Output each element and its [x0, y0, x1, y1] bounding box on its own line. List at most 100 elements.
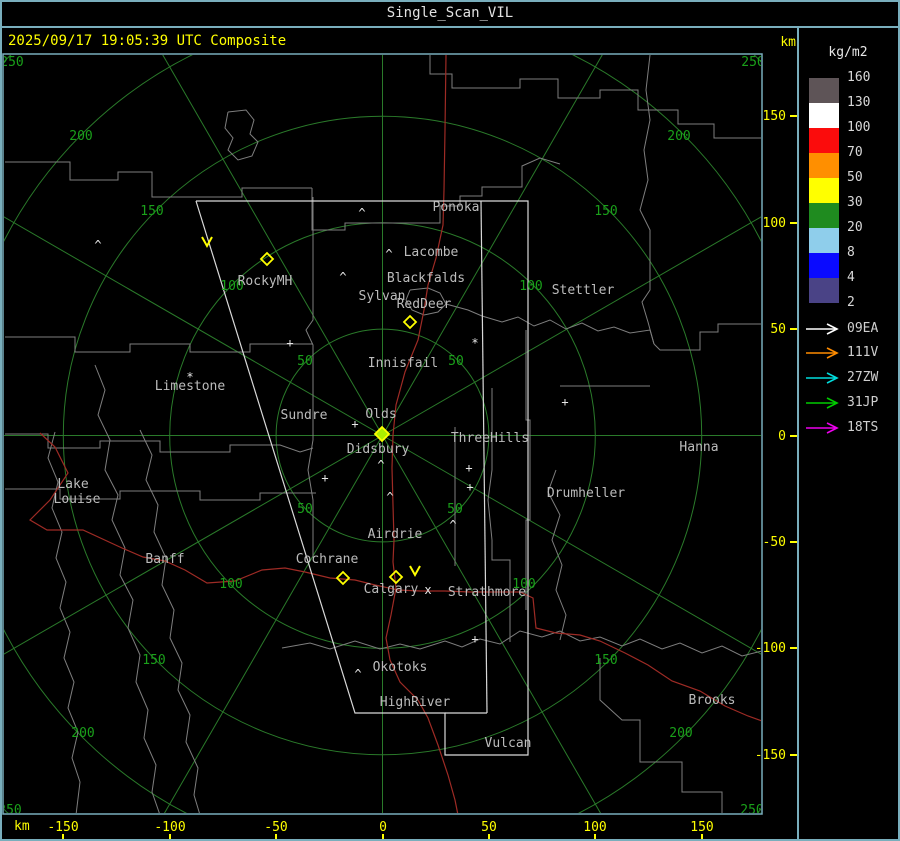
ring-distance-label: 100 [519, 279, 542, 294]
county-boundary-line [653, 323, 761, 351]
ring-distance-label: 200 [669, 726, 692, 741]
highway-line [29, 432, 761, 722]
radial-line [382, 216, 761, 436]
city-label: Sundre [281, 408, 328, 423]
ring-distance-label: 200 [69, 129, 92, 144]
ring-distance-label: 150 [594, 653, 617, 668]
city-label: Strathmore [448, 585, 526, 600]
map-layers: 50 5050 50100 100100 100150 150150 150200 20020… [0, 55, 764, 818]
bottom-axis-tick-label: 150 [690, 820, 713, 835]
city-label: RockyMH [238, 274, 293, 289]
ring-distance-label: 200 [667, 129, 690, 144]
bottom-axis-unit-label: km [14, 819, 30, 834]
storm-cell-diamond-marker [402, 314, 418, 330]
city-label: Brooks [689, 693, 736, 708]
right-axis-tick-label: 50 [770, 322, 786, 337]
right-axis-tick-label: 0 [778, 429, 786, 444]
right-axis-unit-label: km [780, 35, 796, 50]
point-marker-caret: ^ [385, 247, 392, 261]
city-label: Okotoks [373, 660, 428, 675]
point-marker-x: x [424, 583, 431, 597]
county-boundary-line [224, 109, 259, 161]
radial-line [163, 435, 383, 813]
ring-distance-label: 50 [448, 354, 464, 369]
ring-distance-label: 200 [71, 726, 94, 741]
county-boundary-line [5, 161, 312, 198]
bottom-axis-tick-label: -100 [154, 820, 185, 835]
scan-coverage-outline [480, 200, 488, 714]
point-marker-plus: + [321, 471, 328, 485]
city-label: Vulcan [485, 736, 532, 751]
city-label: Blackfalds [387, 271, 465, 286]
ring-distance-label: 50 [297, 354, 313, 369]
county-boundary-line [311, 157, 561, 231]
scan-timestamp: 2025/09/17 19:05:39 UTC Composite [8, 33, 287, 49]
ring-distance-label: 50 [447, 502, 463, 517]
ring-distance-label: 100 [219, 577, 242, 592]
storm-cell-diamond-marker [335, 570, 351, 586]
storm-vector-arrow [409, 565, 421, 578]
county-boundary-line [5, 336, 313, 353]
city-label: RedDeer [397, 297, 452, 312]
right-axis-tick-label: -100 [755, 641, 786, 656]
ring-distance-label: 150 [140, 204, 163, 219]
city-label: ThreeHills [451, 431, 529, 446]
point-marker-caret: ^ [339, 270, 346, 284]
county-boundary-line [94, 364, 160, 813]
window-title: Single_Scan_VIL [386, 5, 514, 21]
county-boundary-line [599, 658, 723, 813]
bottom-axis-tick-label: -150 [47, 820, 78, 835]
city-label: Olds [365, 407, 396, 422]
city-label: Calgary [364, 582, 419, 597]
bottom-axis-tick-label: -50 [264, 820, 287, 835]
city-label: Banff [145, 552, 184, 567]
point-marker-caret: ^ [358, 206, 365, 220]
legend-unit-label: kg/m2 [828, 45, 868, 60]
ring-distance-label: 250 [740, 803, 763, 818]
ring-distance-label: 150 [142, 653, 165, 668]
county-boundary-line [281, 630, 761, 657]
point-marker-star: * [471, 336, 478, 350]
city-label: Airdrie [368, 527, 423, 542]
city-label: Lacombe [404, 245, 459, 260]
county-boundary-line [487, 388, 511, 642]
city-label: Hanna [679, 440, 718, 455]
point-marker-caret: ^ [94, 238, 101, 252]
point-marker-plus: + [561, 395, 568, 409]
point-marker-plus: + [471, 632, 478, 646]
city-label: Innisfail [368, 356, 438, 371]
city-label: Ponoka [433, 200, 480, 215]
ring-distance-label: 250 [741, 55, 764, 70]
city-label: Lake [57, 477, 88, 492]
radar-app-window: 50 50 50 50 100 100 100 100 150 150 150 150 200 200 20… [0, 0, 900, 841]
right-axis-tick-label: -150 [755, 748, 786, 763]
point-marker-caret: ^ [354, 667, 361, 681]
point-marker-plus: + [286, 336, 293, 350]
right-axis-tick-label: 100 [763, 216, 786, 231]
ring-distance-label: 50 [297, 502, 313, 517]
point-marker-plus: + [466, 480, 473, 494]
city-label: Stettler [552, 283, 615, 298]
bottom-axis-tick-label: 100 [583, 820, 606, 835]
title-bar: Single_Scan_VIL [0, 0, 900, 28]
range-ring [4, 55, 761, 813]
point-marker-caret: ^ [386, 490, 393, 504]
point-marker-star: * [186, 370, 193, 384]
ring-distance-label: 150 [594, 204, 617, 219]
point-marker-plus: + [465, 461, 472, 475]
city-label: Didsbury [347, 442, 410, 457]
city-label: Drumheller [547, 486, 625, 501]
ring-distance-label: 250 [0, 55, 23, 70]
bottom-axis-tick-label: 50 [481, 820, 497, 835]
bottom-axis-tick-label: 0 [379, 820, 387, 835]
right-axis-tick-label: -50 [763, 535, 786, 550]
city-label: Cochrane [296, 552, 359, 567]
city-label: Louise [54, 492, 101, 507]
point-marker-plus: + [351, 417, 358, 431]
point-marker-caret: ^ [449, 518, 456, 532]
map-canvas[interactable]: 50 50 50 50 100 100 100 100 150 150 150 150 200 200 20… [0, 0, 900, 841]
city-label: HighRiver [380, 695, 451, 710]
point-marker-caret: ^ [377, 458, 384, 472]
county-boundary-line [139, 429, 200, 813]
right-axis-tick-label: 150 [763, 109, 786, 124]
